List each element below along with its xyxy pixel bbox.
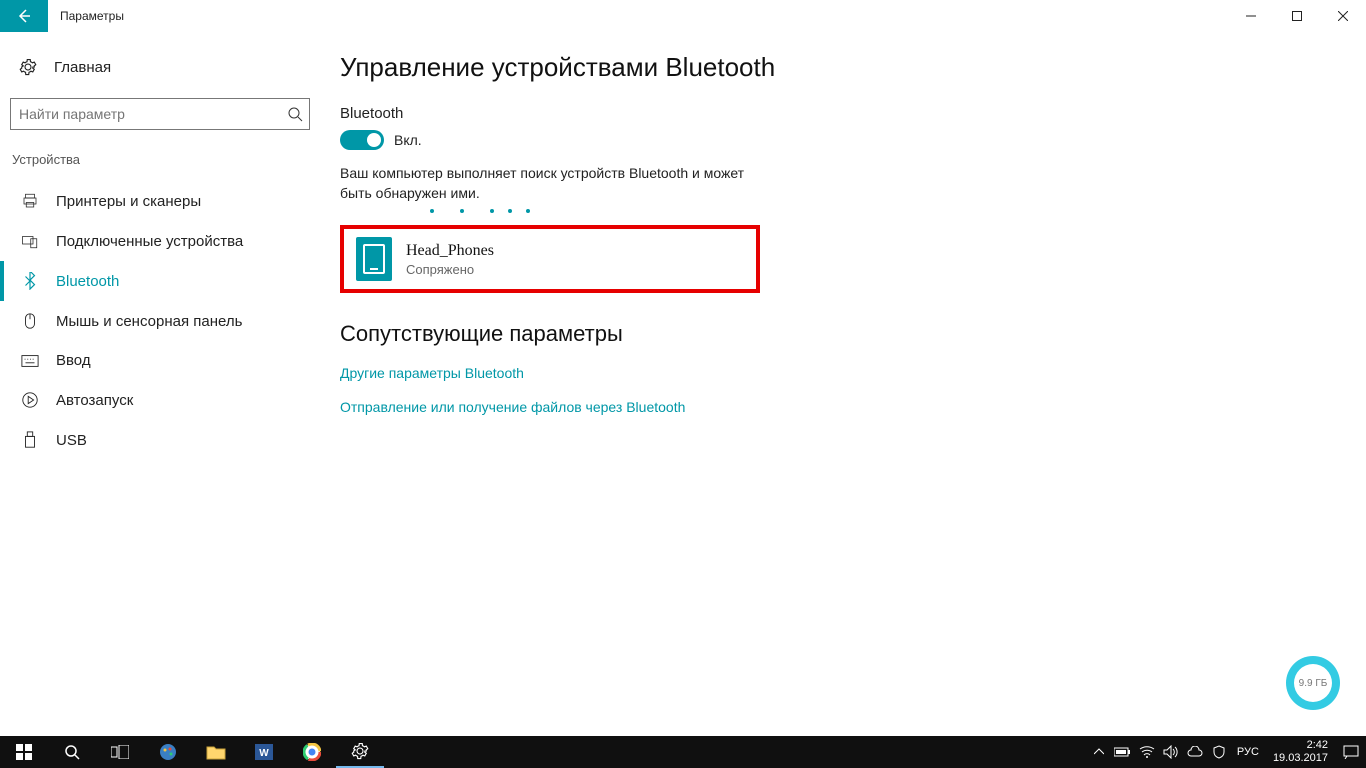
overlay-text: 9.9 ГБ xyxy=(1299,678,1328,689)
connected-devices-icon xyxy=(20,232,40,250)
device-info: Head_Phones Сопряжено xyxy=(406,242,494,277)
minimize-button[interactable] xyxy=(1228,0,1274,32)
device-name: Head_Phones xyxy=(406,242,494,260)
taskbar-app-explorer[interactable] xyxy=(192,736,240,768)
settings-window: Параметры Главная Устройства xyxy=(0,0,1366,736)
bluetooth-label: Bluetooth xyxy=(340,105,1346,122)
clock-date: 19.03.2017 xyxy=(1273,752,1328,765)
task-view-button[interactable] xyxy=(96,736,144,768)
tray-chevron-up-icon[interactable] xyxy=(1087,736,1111,768)
taskbar-app-word[interactable]: W xyxy=(240,736,288,768)
gear-icon xyxy=(18,58,38,76)
titlebar: Параметры xyxy=(0,0,1366,32)
sidebar-item-autoplay[interactable]: Автозапуск xyxy=(10,380,310,420)
bluetooth-toggle[interactable] xyxy=(340,130,384,150)
related-settings-title: Сопутствующие параметры xyxy=(340,321,1346,347)
sidebar-item-connected-devices[interactable]: Подключенные устройства xyxy=(10,221,310,261)
taskbar-app-paint[interactable] xyxy=(144,736,192,768)
tray-wifi-icon[interactable] xyxy=(1135,736,1159,768)
sidebar-item-label: Подключенные устройства xyxy=(56,233,243,250)
svg-text:W: W xyxy=(259,748,269,759)
usb-icon xyxy=(20,431,40,449)
device-item[interactable]: Head_Phones Сопряжено xyxy=(340,225,760,293)
device-status: Сопряжено xyxy=(406,262,494,277)
taskbar: W РУС 2:42 19.03.2017 xyxy=(0,736,1366,768)
toggle-state-label: Вкл. xyxy=(394,132,422,148)
home-label: Главная xyxy=(54,59,111,76)
search-box[interactable] xyxy=(10,98,310,130)
window-controls xyxy=(1228,0,1366,32)
search-input[interactable] xyxy=(19,106,287,122)
sidebar-item-bluetooth[interactable]: Bluetooth xyxy=(10,261,310,301)
search-taskbar-button[interactable] xyxy=(48,736,96,768)
system-tray: РУС 2:42 19.03.2017 xyxy=(1087,736,1366,768)
sidebar-item-label: Автозапуск xyxy=(56,392,133,409)
sidebar-section-title: Устройства xyxy=(10,148,310,181)
taskbar-app-settings[interactable] xyxy=(336,736,384,768)
link-more-bluetooth-options[interactable]: Другие параметры Bluetooth xyxy=(340,365,1346,381)
sidebar: Главная Устройства Принтеры и сканеры По… xyxy=(0,32,320,736)
sidebar-item-label: USB xyxy=(56,432,87,449)
link-send-receive-files[interactable]: Отправление или получение файлов через B… xyxy=(340,399,1346,415)
maximize-button[interactable] xyxy=(1274,0,1320,32)
language-indicator[interactable]: РУС xyxy=(1231,746,1265,758)
mouse-icon xyxy=(20,312,40,330)
window-body: Главная Устройства Принтеры и сканеры По… xyxy=(0,32,1366,736)
loading-indicator xyxy=(430,209,1346,213)
phone-device-icon xyxy=(356,237,392,281)
action-center-button[interactable] xyxy=(1336,736,1366,768)
taskbar-app-chrome[interactable] xyxy=(288,736,336,768)
autoplay-icon xyxy=(20,391,40,409)
home-button[interactable]: Главная xyxy=(10,50,310,84)
sidebar-item-typing[interactable]: Ввод xyxy=(10,341,310,380)
bluetooth-icon xyxy=(20,272,40,290)
start-button[interactable] xyxy=(0,736,48,768)
sidebar-item-printers[interactable]: Принтеры и сканеры xyxy=(10,181,310,221)
tray-onedrive-icon[interactable] xyxy=(1183,736,1207,768)
sidebar-item-label: Мышь и сенсорная панель xyxy=(56,313,242,330)
tray-defender-icon[interactable] xyxy=(1207,736,1231,768)
page-title: Управление устройствами Bluetooth xyxy=(340,52,1346,83)
sidebar-item-label: Принтеры и сканеры xyxy=(56,193,201,210)
back-button[interactable] xyxy=(0,0,48,32)
tray-volume-icon[interactable] xyxy=(1159,736,1183,768)
disk-space-overlay[interactable]: 9.9 ГБ xyxy=(1286,656,1340,710)
search-icon xyxy=(287,106,303,122)
printer-icon xyxy=(20,192,40,210)
search-description: Ваш компьютер выполняет поиск устройств … xyxy=(340,164,760,203)
sidebar-item-label: Ввод xyxy=(56,352,91,369)
sidebar-item-usb[interactable]: USB xyxy=(10,420,310,460)
keyboard-icon xyxy=(20,354,40,368)
sidebar-item-mouse[interactable]: Мышь и сенсорная панель xyxy=(10,301,310,341)
window-title: Параметры xyxy=(60,9,124,23)
clock-time: 2:42 xyxy=(1273,739,1328,752)
tray-battery-icon[interactable] xyxy=(1111,736,1135,768)
sidebar-item-label: Bluetooth xyxy=(56,273,119,290)
clock[interactable]: 2:42 19.03.2017 xyxy=(1265,739,1336,764)
main-content: Управление устройствами Bluetooth Blueto… xyxy=(320,32,1366,736)
close-button[interactable] xyxy=(1320,0,1366,32)
bluetooth-toggle-row: Вкл. xyxy=(340,130,1346,150)
